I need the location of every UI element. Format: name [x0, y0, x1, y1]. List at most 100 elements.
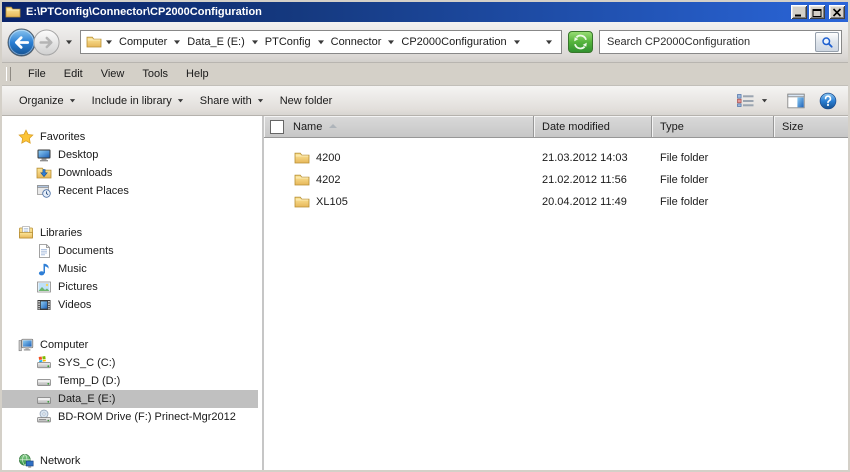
- menu-edit[interactable]: Edit: [55, 65, 92, 83]
- folder-icon: [294, 150, 310, 166]
- breadcrumb-item-computer[interactable]: Computer: [116, 34, 170, 50]
- command-toolbar: Organize Include in library Share with N…: [2, 86, 848, 116]
- sidebar-section-label: Favorites: [40, 131, 86, 143]
- file-list: 4200 21.03.2012 14:03 File folder 4202 2…: [264, 138, 848, 213]
- new-folder-button[interactable]: New folder: [272, 91, 341, 111]
- pictures-icon: [36, 279, 52, 295]
- title-bar[interactable]: E:\PTConfig\Connector\CP2000Configuratio…: [2, 2, 848, 22]
- sidebar-item-label: Data_E (E:): [58, 393, 116, 405]
- file-type: File folder: [660, 174, 709, 186]
- window-folder-icon: [5, 4, 21, 20]
- system-drive-icon: [36, 355, 52, 371]
- videos-icon: [36, 297, 52, 313]
- include-in-library-button[interactable]: Include in library: [84, 91, 192, 111]
- chevron-down-icon[interactable]: [170, 38, 184, 46]
- sidebar-item-videos[interactable]: Videos: [2, 296, 258, 314]
- menu-tools[interactable]: Tools: [133, 65, 177, 83]
- sidebar-item-label: Pictures: [58, 281, 98, 293]
- back-button[interactable]: [7, 28, 36, 57]
- chevron-down-icon[interactable]: [314, 38, 328, 46]
- sidebar-item-label: SYS_C (C:): [58, 357, 116, 369]
- chevron-down-icon[interactable]: [384, 38, 398, 46]
- sidebar-item-label: Temp_D (D:): [58, 375, 121, 387]
- breadcrumb-item-connector[interactable]: Connector: [328, 34, 385, 50]
- chevron-down-icon: [177, 97, 184, 104]
- column-header-name[interactable]: Name: [264, 116, 534, 138]
- content-area: Favorites Desktop Downloads Recent Place…: [2, 116, 848, 470]
- breadcrumb-item-ptconfig[interactable]: PTConfig: [262, 34, 314, 50]
- menu-help[interactable]: Help: [177, 65, 218, 83]
- address-bar[interactable]: Computer Data_E (E:) PTConfig Connector …: [80, 30, 562, 54]
- table-row-4202[interactable]: 4202 21.02.2012 11:56 File folder: [264, 169, 848, 191]
- sidebar-item-music[interactable]: Music: [2, 260, 258, 278]
- sidebar-item-label: Documents: [58, 245, 114, 257]
- column-header-date-modified[interactable]: Date modified: [534, 116, 652, 138]
- chevron-down-icon[interactable]: [510, 38, 524, 46]
- chevron-down-icon[interactable]: [102, 38, 116, 46]
- organize-label: Organize: [19, 94, 64, 107]
- recent-pages-chevron-icon[interactable]: [62, 38, 76, 46]
- table-row-4200[interactable]: 4200 21.03.2012 14:03 File folder: [264, 147, 848, 169]
- share-with-button[interactable]: Share with: [192, 91, 272, 111]
- preview-pane-icon: [787, 93, 805, 109]
- sidebar-item-documents[interactable]: Documents: [2, 242, 258, 260]
- preview-pane-button[interactable]: [785, 91, 807, 111]
- downloads-icon: [36, 165, 52, 181]
- desktop-icon: [36, 147, 52, 163]
- sidebar-item-sys-c[interactable]: SYS_C (C:): [2, 354, 258, 372]
- chevron-down-icon: [257, 97, 264, 104]
- help-button[interactable]: [817, 90, 839, 112]
- music-icon: [36, 261, 52, 277]
- column-header-label: Size: [782, 120, 804, 133]
- sidebar-item-bd-rom[interactable]: BD-ROM Drive (F:) Prinect-Mgr2012: [2, 408, 258, 426]
- bd-rom-drive-icon: [36, 409, 52, 425]
- address-history-chevron-icon[interactable]: [542, 38, 556, 46]
- search-button[interactable]: [815, 32, 839, 52]
- sidebar-item-temp-d[interactable]: Temp_D (D:): [2, 372, 258, 390]
- close-button[interactable]: [829, 5, 845, 19]
- menu-bar: File Edit View Tools Help: [2, 63, 848, 86]
- column-header-label: Name: [293, 120, 323, 133]
- sidebar-item-label: Music: [58, 263, 87, 275]
- sidebar-item-label: Desktop: [58, 149, 99, 161]
- column-header-label: Type: [660, 120, 684, 133]
- maximize-button[interactable]: [809, 5, 825, 19]
- sidebar-section-network[interactable]: Network: [2, 452, 258, 470]
- sidebar-item-data-e[interactable]: Data_E (E:): [2, 390, 258, 408]
- refresh-button[interactable]: [568, 31, 593, 53]
- chevron-down-icon[interactable]: [248, 38, 262, 46]
- include-in-library-label: Include in library: [91, 94, 172, 107]
- menu-view[interactable]: View: [92, 65, 134, 83]
- sort-ascending-icon: [329, 123, 338, 128]
- sidebar-item-downloads[interactable]: Downloads: [2, 164, 258, 182]
- minimize-button[interactable]: [791, 5, 807, 19]
- sidebar-section-favorites[interactable]: Favorites: [2, 128, 258, 146]
- breadcrumb-item-data-e[interactable]: Data_E (E:): [184, 34, 247, 50]
- sidebar-section-computer[interactable]: Computer: [2, 336, 258, 354]
- views-button[interactable]: [732, 91, 773, 110]
- menu-grip-handle[interactable]: [6, 67, 11, 81]
- file-list-pane: Name Date modified Type Size 4200 21.03.…: [264, 116, 848, 470]
- search-box[interactable]: [599, 30, 842, 54]
- breadcrumb-item-cp2000configuration[interactable]: CP2000Configuration: [398, 34, 509, 50]
- search-input[interactable]: [607, 36, 815, 48]
- forward-button[interactable]: [33, 29, 60, 56]
- sidebar-section-libraries[interactable]: Libraries: [2, 224, 258, 242]
- sidebar-item-recent-places[interactable]: Recent Places: [2, 182, 258, 200]
- table-row-xl105[interactable]: XL105 20.04.2012 11:49 File folder: [264, 191, 848, 213]
- file-date-modified: 21.03.2012 14:03: [542, 152, 628, 164]
- star-icon: [18, 129, 34, 145]
- window-title: E:\PTConfig\Connector\CP2000Configuratio…: [26, 6, 262, 18]
- location-folder-icon[interactable]: [86, 34, 102, 50]
- sidebar-item-label: BD-ROM Drive (F:) Prinect-Mgr2012: [58, 411, 236, 423]
- list-view-icon: [737, 94, 754, 107]
- organize-button[interactable]: Organize: [11, 91, 84, 111]
- column-header-row: Name Date modified Type Size: [264, 116, 848, 138]
- select-all-checkbox[interactable]: [270, 119, 284, 134]
- file-name: XL105: [316, 196, 348, 208]
- column-header-type[interactable]: Type: [652, 116, 774, 138]
- sidebar-item-desktop[interactable]: Desktop: [2, 146, 258, 164]
- menu-file[interactable]: File: [19, 65, 55, 83]
- column-header-size[interactable]: Size: [774, 116, 848, 138]
- sidebar-item-pictures[interactable]: Pictures: [2, 278, 258, 296]
